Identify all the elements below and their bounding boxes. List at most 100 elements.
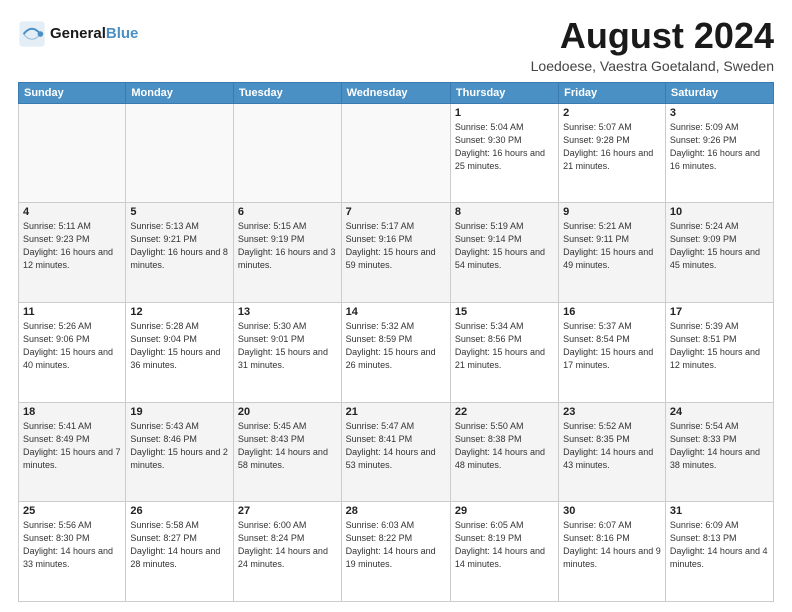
day-info: Sunrise: 6:03 AM Sunset: 8:22 PM Dayligh… — [346, 519, 446, 571]
week-row-2: 11 Sunrise: 5:26 AM Sunset: 9:06 PM Dayli… — [19, 302, 774, 402]
logo-text: GeneralBlue — [50, 25, 138, 43]
day-info: Sunrise: 5:15 AM Sunset: 9:19 PM Dayligh… — [238, 220, 337, 272]
day-cell: 4 Sunrise: 5:11 AM Sunset: 9:23 PM Daylig… — [19, 203, 126, 303]
day-number: 5 — [130, 206, 229, 218]
day-info: Sunrise: 5:26 AM Sunset: 9:06 PM Dayligh… — [23, 320, 121, 372]
day-info: Sunrise: 5:32 AM Sunset: 8:59 PM Dayligh… — [346, 320, 446, 372]
day-number: 6 — [238, 206, 337, 218]
day-cell: 5 Sunrise: 5:13 AM Sunset: 9:21 PM Daylig… — [126, 203, 234, 303]
day-cell: 25Sunrise: 5:56 AM Sunset: 8:30 PM Dayli… — [19, 502, 126, 602]
day-info: Sunrise: 5:13 AM Sunset: 9:21 PM Dayligh… — [130, 220, 229, 272]
day-cell: 9 Sunrise: 5:21 AM Sunset: 9:11 PM Daylig… — [559, 203, 666, 303]
day-info: Sunrise: 5:07 AM Sunset: 9:28 PM Dayligh… — [563, 121, 661, 173]
day-cell: 7Sunrise: 5:17 AM Sunset: 9:16 PM Daylig… — [341, 203, 450, 303]
day-info: Sunrise: 5:54 AM Sunset: 8:33 PM Dayligh… — [670, 420, 769, 472]
day-number: 10 — [670, 206, 769, 218]
day-info: Sunrise: 5:45 AM Sunset: 8:43 PM Dayligh… — [238, 420, 337, 472]
header-row: Sunday Monday Tuesday Wednesday Thursday… — [19, 82, 774, 103]
day-number: 8 — [455, 206, 554, 218]
day-number: 24 — [670, 406, 769, 418]
day-number: 26 — [130, 505, 229, 517]
day-info: Sunrise: 6:09 AM Sunset: 8:13 PM Dayligh… — [670, 519, 769, 571]
col-sunday: Sunday — [19, 82, 126, 103]
day-number: 7 — [346, 206, 446, 218]
logo: GeneralBlue — [18, 20, 138, 48]
day-info: Sunrise: 5:39 AM Sunset: 8:51 PM Dayligh… — [670, 320, 769, 372]
day-cell: 2 Sunrise: 5:07 AM Sunset: 9:28 PM Daylig… — [559, 103, 666, 203]
day-cell: 13Sunrise: 5:30 AM Sunset: 9:01 PM Dayli… — [233, 302, 341, 402]
calendar-table: Sunday Monday Tuesday Wednesday Thursday… — [18, 82, 774, 602]
day-info: Sunrise: 5:30 AM Sunset: 9:01 PM Dayligh… — [238, 320, 337, 372]
day-number: 3 — [670, 107, 769, 119]
day-cell: 21Sunrise: 5:47 AM Sunset: 8:41 PM Dayli… — [341, 402, 450, 502]
day-number: 29 — [455, 505, 554, 517]
day-number: 14 — [346, 306, 446, 318]
day-cell: 24 Sunrise: 5:54 AM Sunset: 8:33 PM Dayli… — [665, 402, 773, 502]
week-row-0: 1 Sunrise: 5:04 AM Sunset: 9:30 PM Daylig… — [19, 103, 774, 203]
day-cell: 27 Sunrise: 6:00 AM Sunset: 8:24 PM Dayli… — [233, 502, 341, 602]
day-cell: 16Sunrise: 5:37 AM Sunset: 8:54 PM Dayli… — [559, 302, 666, 402]
col-saturday: Saturday — [665, 82, 773, 103]
day-info: Sunrise: 5:43 AM Sunset: 8:46 PM Dayligh… — [130, 420, 229, 472]
day-info: Sunrise: 5:41 AM Sunset: 8:49 PM Dayligh… — [23, 420, 121, 472]
day-cell: 23Sunrise: 5:52 AM Sunset: 8:35 PM Dayli… — [559, 402, 666, 502]
day-info: Sunrise: 5:52 AM Sunset: 8:35 PM Dayligh… — [563, 420, 661, 472]
day-number: 22 — [455, 406, 554, 418]
day-info: Sunrise: 5:19 AM Sunset: 9:14 PM Dayligh… — [455, 220, 554, 272]
day-number: 17 — [670, 306, 769, 318]
day-info: Sunrise: 5:37 AM Sunset: 8:54 PM Dayligh… — [563, 320, 661, 372]
logo-icon — [18, 20, 46, 48]
col-thursday: Thursday — [450, 82, 558, 103]
day-number: 15 — [455, 306, 554, 318]
day-cell: 3 Sunrise: 5:09 AM Sunset: 9:26 PM Daylig… — [665, 103, 773, 203]
week-row-3: 18 Sunrise: 5:41 AM Sunset: 8:49 PM Dayli… — [19, 402, 774, 502]
day-info: Sunrise: 6:05 AM Sunset: 8:19 PM Dayligh… — [455, 519, 554, 571]
day-cell: 8 Sunrise: 5:19 AM Sunset: 9:14 PM Daylig… — [450, 203, 558, 303]
day-info: Sunrise: 5:04 AM Sunset: 9:30 PM Dayligh… — [455, 121, 554, 173]
day-cell: 28Sunrise: 6:03 AM Sunset: 8:22 PM Dayli… — [341, 502, 450, 602]
day-info: Sunrise: 5:09 AM Sunset: 9:26 PM Dayligh… — [670, 121, 769, 173]
day-number: 31 — [670, 505, 769, 517]
day-info: Sunrise: 5:34 AM Sunset: 8:56 PM Dayligh… — [455, 320, 554, 372]
day-number: 12 — [130, 306, 229, 318]
day-number: 27 — [238, 505, 337, 517]
day-number: 2 — [563, 107, 661, 119]
day-number: 4 — [23, 206, 121, 218]
day-cell — [126, 103, 234, 203]
day-cell: 12 Sunrise: 5:28 AM Sunset: 9:04 PM Dayli… — [126, 302, 234, 402]
day-cell: 22 Sunrise: 5:50 AM Sunset: 8:38 PM Dayli… — [450, 402, 558, 502]
day-info: Sunrise: 5:11 AM Sunset: 9:23 PM Dayligh… — [23, 220, 121, 272]
col-wednesday: Wednesday — [341, 82, 450, 103]
day-number: 20 — [238, 406, 337, 418]
month-title: August 2024 — [531, 16, 774, 56]
day-number: 30 — [563, 505, 661, 517]
week-row-1: 4 Sunrise: 5:11 AM Sunset: 9:23 PM Daylig… — [19, 203, 774, 303]
week-row-4: 25Sunrise: 5:56 AM Sunset: 8:30 PM Dayli… — [19, 502, 774, 602]
location-title: Loedoese, Vaestra Goetaland, Sweden — [531, 58, 774, 74]
day-info: Sunrise: 5:58 AM Sunset: 8:27 PM Dayligh… — [130, 519, 229, 571]
day-info: Sunrise: 5:28 AM Sunset: 9:04 PM Dayligh… — [130, 320, 229, 372]
col-friday: Friday — [559, 82, 666, 103]
day-number: 9 — [563, 206, 661, 218]
day-info: Sunrise: 5:50 AM Sunset: 8:38 PM Dayligh… — [455, 420, 554, 472]
day-number: 1 — [455, 107, 554, 119]
day-number: 18 — [23, 406, 121, 418]
day-cell: 11 Sunrise: 5:26 AM Sunset: 9:06 PM Dayli… — [19, 302, 126, 402]
day-info: Sunrise: 6:07 AM Sunset: 8:16 PM Dayligh… — [563, 519, 661, 571]
col-monday: Monday — [126, 82, 234, 103]
day-info: Sunrise: 5:47 AM Sunset: 8:41 PM Dayligh… — [346, 420, 446, 472]
page: GeneralBlue August 2024 Loedoese, Vaestr… — [0, 0, 792, 612]
day-cell: 15 Sunrise: 5:34 AM Sunset: 8:56 PM Dayli… — [450, 302, 558, 402]
day-cell: 26 Sunrise: 5:58 AM Sunset: 8:27 PM Dayli… — [126, 502, 234, 602]
day-info: Sunrise: 6:00 AM Sunset: 8:24 PM Dayligh… — [238, 519, 337, 571]
day-cell: 18 Sunrise: 5:41 AM Sunset: 8:49 PM Dayli… — [19, 402, 126, 502]
day-number: 11 — [23, 306, 121, 318]
day-cell: 1 Sunrise: 5:04 AM Sunset: 9:30 PM Daylig… — [450, 103, 558, 203]
day-info: Sunrise: 5:56 AM Sunset: 8:30 PM Dayligh… — [23, 519, 121, 571]
day-cell: 19 Sunrise: 5:43 AM Sunset: 8:46 PM Dayli… — [126, 402, 234, 502]
day-cell: 30 Sunrise: 6:07 AM Sunset: 8:16 PM Dayli… — [559, 502, 666, 602]
day-number: 19 — [130, 406, 229, 418]
day-cell — [19, 103, 126, 203]
day-cell: 10Sunrise: 5:24 AM Sunset: 9:09 PM Dayli… — [665, 203, 773, 303]
day-info: Sunrise: 5:21 AM Sunset: 9:11 PM Dayligh… — [563, 220, 661, 272]
